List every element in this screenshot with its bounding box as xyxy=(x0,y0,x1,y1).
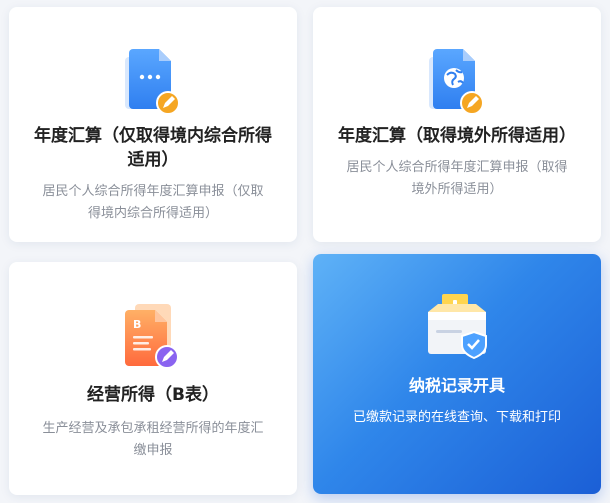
card-title: 经营所得（B表） xyxy=(87,385,219,405)
card-annual-overseas[interactable]: 年度汇算（取得境外所得适用） 居民个人综合所得年度汇算申报（取得境外所得适用） xyxy=(313,7,601,242)
card-description: 居民个人综合所得年度汇算申报（仅取得境内综合所得适用） xyxy=(42,184,264,221)
doc-letter: B xyxy=(133,318,141,331)
card-business-income-b[interactable]: B 经营所得（B表） 生产经营及承包承租经营所得的年度汇缴申报 xyxy=(9,262,297,495)
card-title: 年度汇算（仅取得境内综合所得适用） xyxy=(34,126,272,170)
card-description: 生产经营及承包承租经营所得的年度汇缴申报 xyxy=(42,421,264,458)
card-title: 年度汇算（取得境外所得适用） xyxy=(338,126,576,146)
card-tax-record[interactable]: 纳税记录开具 已缴款记录的在线查询、下载和打印 xyxy=(313,254,601,494)
document-b-edit-icon: B xyxy=(121,302,185,372)
card-title: 纳税记录开具 xyxy=(408,376,505,395)
card-annual-domestic[interactable]: 年度汇算（仅取得境内综合所得适用） 居民个人综合所得年度汇算申报（仅取得境内综合… xyxy=(9,7,297,242)
card-description: 居民个人综合所得年度汇算申报（取得境外所得适用） xyxy=(346,160,568,197)
document-chat-edit-icon xyxy=(121,45,185,119)
document-globe-edit-icon xyxy=(425,45,489,119)
tax-record-inbox-icon xyxy=(422,292,492,364)
card-description: 已缴款记录的在线查询、下载和打印 xyxy=(352,410,561,425)
